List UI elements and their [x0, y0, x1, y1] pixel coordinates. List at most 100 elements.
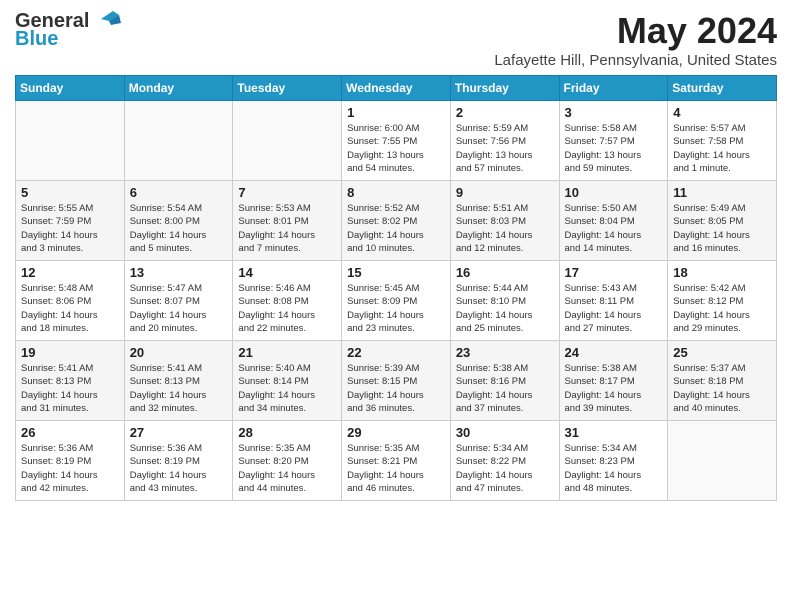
day-number: 7 [238, 185, 336, 200]
calendar-cell: 25 Sunrise: 5:37 AMSunset: 8:18 PMDayligh… [668, 341, 777, 421]
location-text: Lafayette Hill, Pennsylvania, United Sta… [494, 52, 777, 69]
day-number: 18 [673, 265, 771, 280]
calendar-cell: 12 Sunrise: 5:48 AMSunset: 8:06 PMDayligh… [16, 261, 125, 341]
day-number: 22 [347, 345, 445, 360]
day-number: 6 [130, 185, 228, 200]
calendar-cell [233, 101, 342, 181]
day-number: 27 [130, 425, 228, 440]
calendar-cell [16, 101, 125, 181]
day-number: 5 [21, 185, 119, 200]
day-info: Sunrise: 5:35 AMSunset: 8:20 PMDaylight:… [238, 442, 336, 495]
day-number: 12 [21, 265, 119, 280]
calendar-table: SundayMondayTuesdayWednesdayThursdayFrid… [15, 75, 777, 501]
column-header-friday: Friday [559, 76, 668, 101]
calendar-cell: 3Sunrise: 5:58 AMSunset: 7:57 PMDaylight… [559, 101, 668, 181]
day-number: 17 [565, 265, 663, 280]
column-header-saturday: Saturday [668, 76, 777, 101]
calendar-cell: 23 Sunrise: 5:38 AMSunset: 8:16 PMDayligh… [450, 341, 559, 421]
day-info: Sunrise: 5:40 AMSunset: 8:14 PMDaylight:… [238, 362, 336, 415]
day-number: 8 [347, 185, 445, 200]
calendar-cell: 13Sunrise: 5:47 AMSunset: 8:07 PMDayligh… [124, 261, 233, 341]
calendar-cell: 18 Sunrise: 5:42 AMSunset: 8:12 PMDayligh… [668, 261, 777, 341]
day-info: Sunrise: 5:46 AMSunset: 8:08 PMDaylight:… [238, 282, 336, 335]
calendar-cell: 29Sunrise: 5:35 AMSunset: 8:21 PMDayligh… [342, 421, 451, 501]
calendar-cell: 21 Sunrise: 5:40 AMSunset: 8:14 PMDayligh… [233, 341, 342, 421]
calendar-cell: 5 Sunrise: 5:55 AMSunset: 7:59 PMDaylight… [16, 181, 125, 261]
week-row-1: 1Sunrise: 6:00 AMSunset: 7:55 PMDaylight… [16, 101, 777, 181]
page-header: General Blue May 2024 Lafayette Hill, Pe… [15, 10, 777, 69]
day-info: Sunrise: 5:53 AMSunset: 8:01 PMDaylight:… [238, 202, 336, 255]
calendar-cell: 17Sunrise: 5:43 AMSunset: 8:11 PMDayligh… [559, 261, 668, 341]
calendar-cell: 15 Sunrise: 5:45 AMSunset: 8:09 PMDayligh… [342, 261, 451, 341]
calendar-cell: 1Sunrise: 6:00 AMSunset: 7:55 PMDaylight… [342, 101, 451, 181]
week-row-2: 5 Sunrise: 5:55 AMSunset: 7:59 PMDaylight… [16, 181, 777, 261]
calendar-cell: 24 Sunrise: 5:38 AMSunset: 8:17 PMDayligh… [559, 341, 668, 421]
title-block: May 2024 Lafayette Hill, Pennsylvania, U… [494, 10, 777, 69]
calendar-cell: 4 Sunrise: 5:57 AMSunset: 7:58 PMDaylight… [668, 101, 777, 181]
calendar-cell: 11 Sunrise: 5:49 AMSunset: 8:05 PMDayligh… [668, 181, 777, 261]
day-info: Sunrise: 5:50 AMSunset: 8:04 PMDaylight:… [565, 202, 663, 255]
day-info: Sunrise: 5:55 AMSunset: 7:59 PMDaylight:… [21, 202, 119, 255]
calendar-cell: 27Sunrise: 5:36 AMSunset: 8:19 PMDayligh… [124, 421, 233, 501]
calendar-cell: 30 Sunrise: 5:34 AMSunset: 8:22 PMDayligh… [450, 421, 559, 501]
day-number: 30 [456, 425, 554, 440]
day-number: 2 [456, 105, 554, 120]
week-row-4: 19Sunrise: 5:41 AMSunset: 8:13 PMDayligh… [16, 341, 777, 421]
column-header-tuesday: Tuesday [233, 76, 342, 101]
day-info: Sunrise: 5:36 AMSunset: 8:19 PMDaylight:… [21, 442, 119, 495]
calendar-cell: 20Sunrise: 5:41 AMSunset: 8:13 PMDayligh… [124, 341, 233, 421]
day-number: 1 [347, 105, 445, 120]
column-header-thursday: Thursday [450, 76, 559, 101]
column-header-wednesday: Wednesday [342, 76, 451, 101]
day-number: 20 [130, 345, 228, 360]
day-number: 21 [238, 345, 336, 360]
day-info: Sunrise: 5:38 AMSunset: 8:17 PMDaylight:… [565, 362, 663, 415]
day-info: Sunrise: 5:44 AMSunset: 8:10 PMDaylight:… [456, 282, 554, 335]
logo-bird-icon [91, 7, 121, 31]
day-info: Sunrise: 5:37 AMSunset: 8:18 PMDaylight:… [673, 362, 771, 415]
day-info: Sunrise: 5:41 AMSunset: 8:13 PMDaylight:… [21, 362, 119, 415]
calendar-cell: 6 Sunrise: 5:54 AMSunset: 8:00 PMDaylight… [124, 181, 233, 261]
day-info: Sunrise: 5:49 AMSunset: 8:05 PMDaylight:… [673, 202, 771, 255]
day-number: 15 [347, 265, 445, 280]
calendar-cell: 14 Sunrise: 5:46 AMSunset: 8:08 PMDayligh… [233, 261, 342, 341]
calendar-cell: 2Sunrise: 5:59 AMSunset: 7:56 PMDaylight… [450, 101, 559, 181]
day-info: Sunrise: 5:38 AMSunset: 8:16 PMDaylight:… [456, 362, 554, 415]
column-header-sunday: Sunday [16, 76, 125, 101]
week-row-3: 12 Sunrise: 5:48 AMSunset: 8:06 PMDayligh… [16, 261, 777, 341]
day-info: Sunrise: 5:39 AMSunset: 8:15 PMDaylight:… [347, 362, 445, 415]
calendar-cell: 7 Sunrise: 5:53 AMSunset: 8:01 PMDaylight… [233, 181, 342, 261]
calendar-cell: 8Sunrise: 5:52 AMSunset: 8:02 PMDaylight… [342, 181, 451, 261]
calendar-cell [668, 421, 777, 501]
day-number: 24 [565, 345, 663, 360]
day-number: 23 [456, 345, 554, 360]
day-number: 31 [565, 425, 663, 440]
day-number: 9 [456, 185, 554, 200]
day-info: Sunrise: 5:57 AMSunset: 7:58 PMDaylight:… [673, 122, 771, 175]
day-number: 13 [130, 265, 228, 280]
logo: General Blue [15, 10, 121, 50]
day-info: Sunrise: 5:48 AMSunset: 8:06 PMDaylight:… [21, 282, 119, 335]
day-number: 11 [673, 185, 771, 200]
day-info: Sunrise: 5:51 AMSunset: 8:03 PMDaylight:… [456, 202, 554, 255]
logo-blue-text: Blue [15, 28, 58, 50]
calendar-cell: 9 Sunrise: 5:51 AMSunset: 8:03 PMDaylight… [450, 181, 559, 261]
calendar-cell: 19Sunrise: 5:41 AMSunset: 8:13 PMDayligh… [16, 341, 125, 421]
day-number: 26 [21, 425, 119, 440]
day-number: 10 [565, 185, 663, 200]
month-title: May 2024 [494, 10, 777, 52]
day-info: Sunrise: 5:42 AMSunset: 8:12 PMDaylight:… [673, 282, 771, 335]
day-number: 3 [565, 105, 663, 120]
day-number: 14 [238, 265, 336, 280]
day-number: 4 [673, 105, 771, 120]
day-info: Sunrise: 5:34 AMSunset: 8:22 PMDaylight:… [456, 442, 554, 495]
calendar-cell: 16Sunrise: 5:44 AMSunset: 8:10 PMDayligh… [450, 261, 559, 341]
calendar-cell [124, 101, 233, 181]
calendar-cell: 31Sunrise: 5:34 AMSunset: 8:23 PMDayligh… [559, 421, 668, 501]
day-info: Sunrise: 5:54 AMSunset: 8:00 PMDaylight:… [130, 202, 228, 255]
header-row: SundayMondayTuesdayWednesdayThursdayFrid… [16, 76, 777, 101]
calendar-cell: 22 Sunrise: 5:39 AMSunset: 8:15 PMDayligh… [342, 341, 451, 421]
day-number: 29 [347, 425, 445, 440]
day-info: Sunrise: 5:45 AMSunset: 8:09 PMDaylight:… [347, 282, 445, 335]
day-number: 25 [673, 345, 771, 360]
